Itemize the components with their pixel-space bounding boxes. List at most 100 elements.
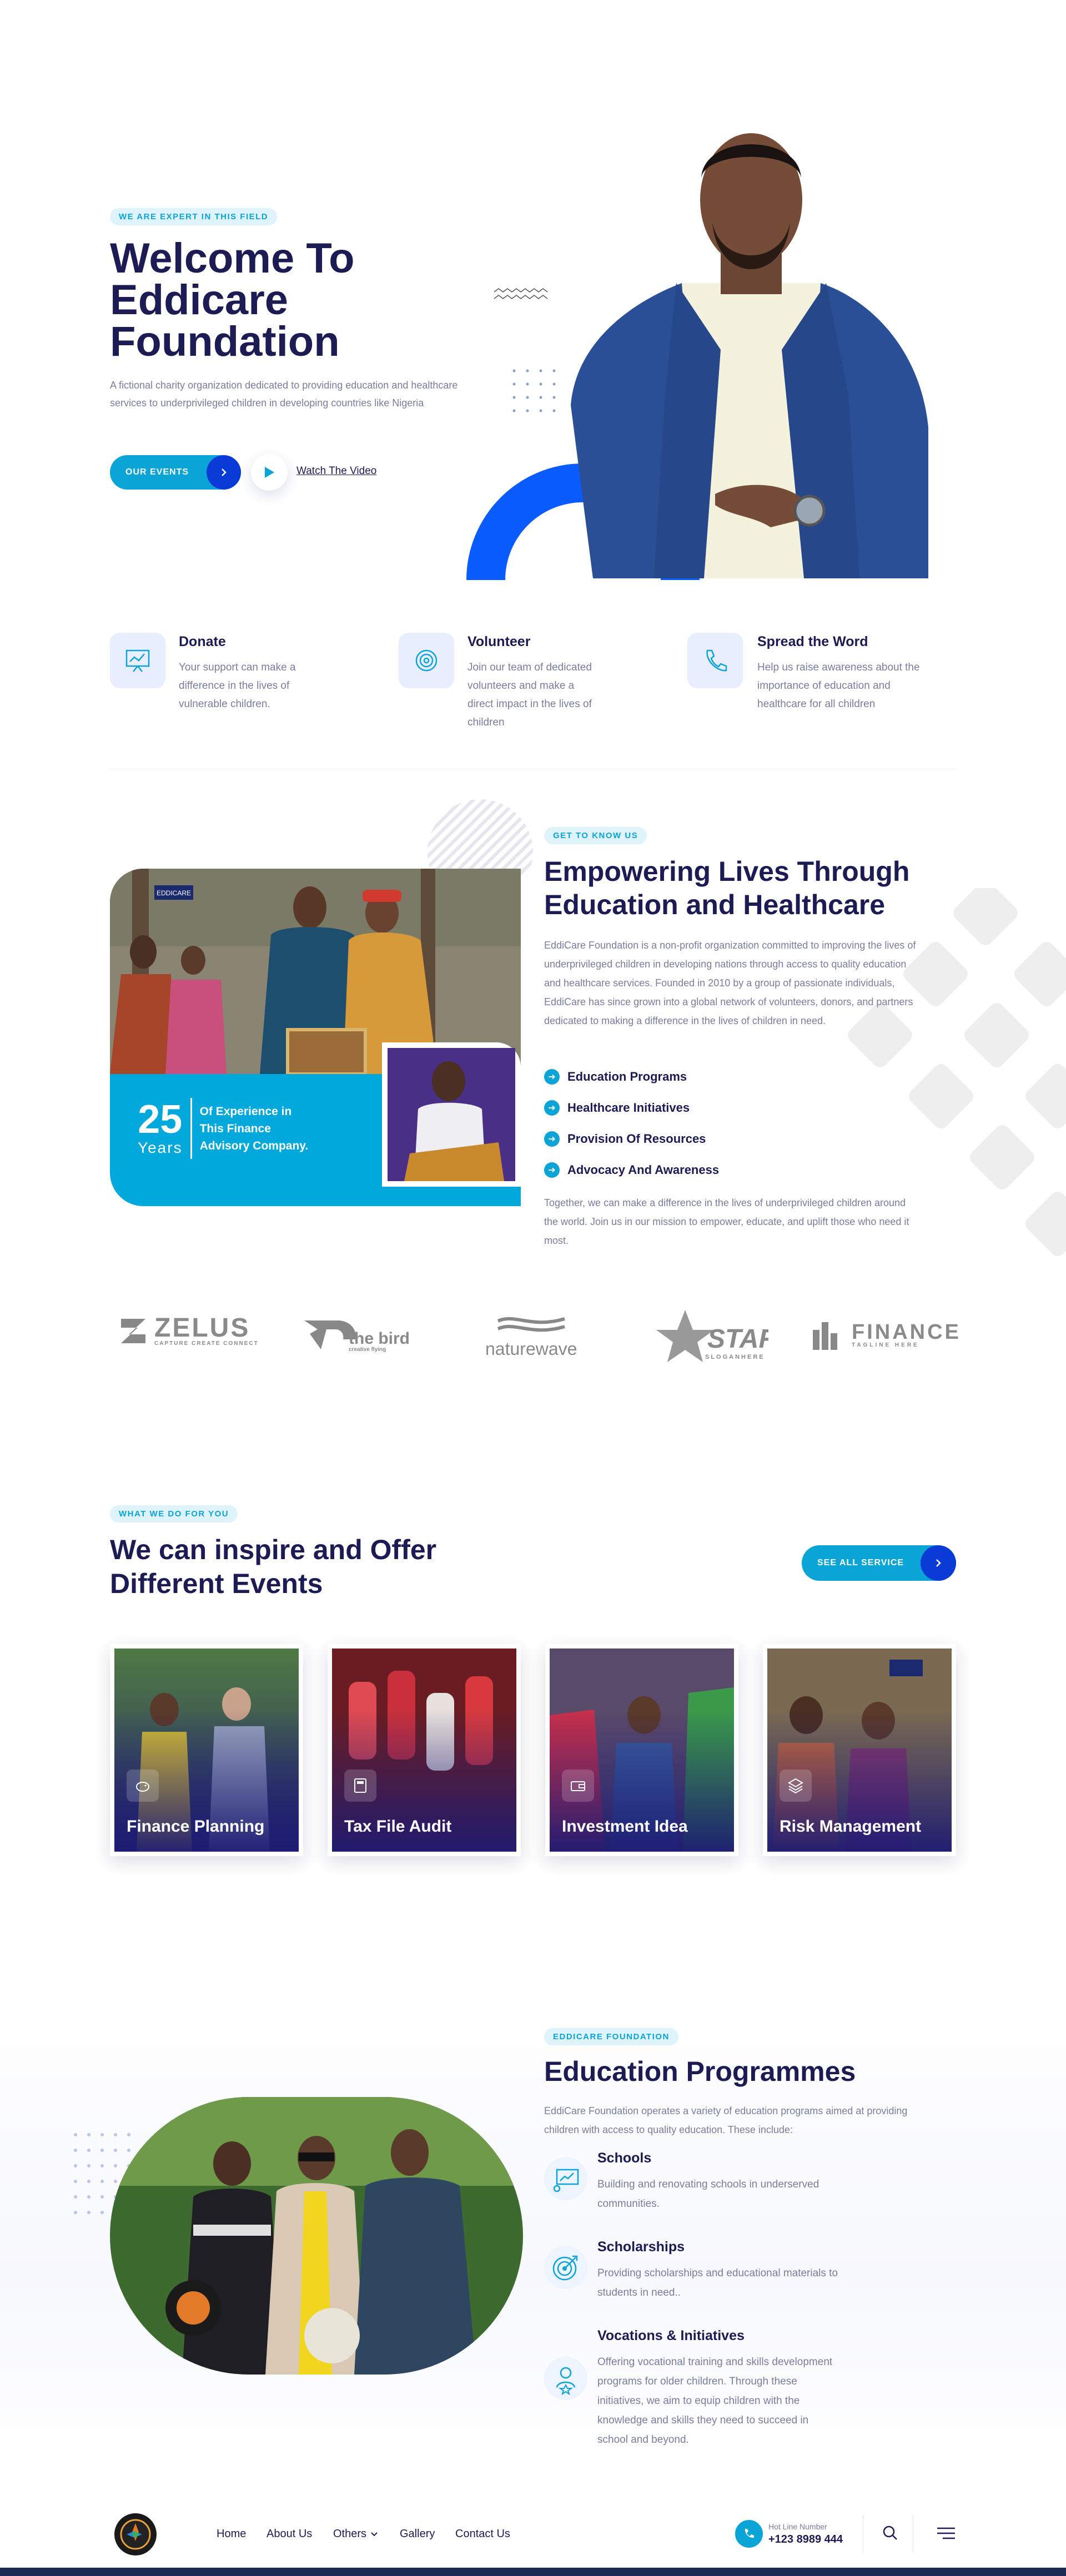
check-label: Provision Of Resources bbox=[567, 1132, 706, 1146]
fingerprint-icon bbox=[399, 633, 454, 688]
services-title-line1: We can inspire and Offer bbox=[110, 1534, 437, 1565]
about-closing: Together, we can make a difference in th… bbox=[544, 1197, 909, 1246]
finance-logo-icon bbox=[813, 1322, 837, 1350]
education-tag: EDDICARE FOUNDATION bbox=[544, 2028, 678, 2045]
play-icon bbox=[265, 467, 274, 478]
services-tag: WHAT WE DO FOR YOU bbox=[110, 1505, 238, 1523]
hero-description: A fictional charity organization dedicat… bbox=[110, 380, 458, 409]
nav-gallery[interactable]: Gallery bbox=[400, 2528, 435, 2540]
partner-name: STAR bbox=[707, 1324, 768, 1354]
check-item: ➜ Education Programs bbox=[544, 1069, 687, 1085]
service-card-tax-file-audit[interactable]: Tax File Audit bbox=[328, 1644, 521, 1856]
nav-contact[interactable]: Contact Us bbox=[455, 2528, 510, 2540]
check-item: ➜ Healthcare Initiatives bbox=[544, 1100, 690, 1116]
small-photo-frame bbox=[382, 1042, 521, 1187]
school-board-icon bbox=[544, 2157, 587, 2200]
nav-home[interactable]: Home bbox=[217, 2528, 246, 2540]
foundation-logo-icon bbox=[120, 2519, 151, 2550]
years-text: Of Experience in This Finance Advisory C… bbox=[199, 1105, 309, 1152]
service-label: Tax File Audit bbox=[344, 1817, 452, 1836]
service-label: Risk Management bbox=[780, 1817, 922, 1836]
check-arrow-icon: ➜ bbox=[544, 1162, 560, 1178]
check-item: ➜ Advocacy And Awareness bbox=[544, 1162, 719, 1178]
feature-desc: Help us raise awareness about the import… bbox=[757, 662, 920, 710]
education-photo bbox=[110, 2097, 523, 2375]
about-tag: GET TO KNOW US bbox=[544, 827, 647, 844]
star-logo-icon: STAR SLOGANHERE bbox=[656, 1310, 768, 1362]
nav-others[interactable]: Others bbox=[333, 2528, 378, 2540]
stripe-circle-decoration bbox=[428, 799, 533, 877]
program-desc: Building and renovating schools in under… bbox=[597, 2179, 819, 2210]
partner-name: the bird bbox=[349, 1329, 410, 1348]
partner-logo-finance: FINANCE TAGLINE HERE bbox=[809, 1317, 961, 1353]
chevron-down-icon bbox=[371, 2532, 378, 2536]
check-item: ➜ Provision Of Resources bbox=[544, 1131, 706, 1147]
page: WE ARE EXPERT IN THIS FIELD Welcome To E… bbox=[0, 0, 1066, 2576]
footer-strip bbox=[0, 2568, 1066, 2576]
chart-presentation-icon bbox=[110, 633, 165, 688]
watch-video-link[interactable]: Watch The Video bbox=[296, 465, 376, 477]
site-logo[interactable] bbox=[114, 2513, 157, 2555]
partner-logo-thebird: the bird creative flying bbox=[304, 1317, 410, 1353]
program-title: Vocations & Initiatives bbox=[597, 2328, 745, 2343]
hero-title: Welcome To Eddicare Foundation bbox=[110, 238, 355, 365]
hero-person-image bbox=[571, 117, 928, 578]
person-award-icon bbox=[544, 2357, 587, 2400]
years-badge: 25 Years Of Experience in This Finance A… bbox=[138, 1098, 311, 1159]
partner-logo-zelus: ZELUS CAPTURE CREATE CONNECT bbox=[118, 1313, 259, 1347]
program-title: Scholarships bbox=[597, 2239, 685, 2255]
years-word: Years bbox=[138, 1139, 183, 1156]
hero-title-line3: Foundation bbox=[110, 318, 340, 365]
arrow-right-icon bbox=[921, 1545, 956, 1581]
search-icon[interactable] bbox=[882, 2524, 898, 2544]
program-desc: Providing scholarships and educational m… bbox=[597, 2267, 838, 2298]
navbar: Home About Us Others Gallery Contact Us … bbox=[0, 2499, 1066, 2568]
wallet-icon bbox=[562, 1770, 594, 1802]
zigzag-decoration bbox=[494, 288, 548, 299]
our-events-label: OUR EVENTS bbox=[125, 467, 189, 477]
play-video-button[interactable] bbox=[251, 454, 288, 491]
program-desc: Offering vocational training and skills … bbox=[597, 2356, 833, 2446]
partner-name: FINANCE bbox=[852, 1320, 961, 1344]
feature-title: Volunteer bbox=[467, 634, 531, 649]
partner-logo-naturewave: naturewave bbox=[485, 1313, 577, 1359]
photo-badge-text: EDDICARE bbox=[157, 889, 191, 897]
service-card-investment-idea[interactable]: Investment Idea bbox=[545, 1644, 738, 1856]
piggy-bank-icon bbox=[127, 1770, 159, 1802]
see-all-label: SEE ALL SERVICE bbox=[817, 1558, 904, 1567]
feature-desc: Join our team of dedicated volunteers an… bbox=[467, 662, 592, 728]
check-label: Healthcare Initiatives bbox=[567, 1101, 690, 1115]
arrow-right-icon bbox=[207, 455, 241, 490]
service-label: Investment Idea bbox=[562, 1817, 688, 1836]
partner-logo-star: STAR SLOGANHERE bbox=[652, 1308, 768, 1365]
see-all-service-button[interactable]: SEE ALL SERVICE bbox=[802, 1545, 956, 1581]
services-title-line2: Different Events bbox=[110, 1568, 323, 1599]
man-portrait-photo bbox=[388, 1048, 515, 1181]
feature-title: Donate bbox=[179, 634, 226, 649]
menu-icon[interactable] bbox=[936, 2527, 956, 2543]
feature-title: Spread the Word bbox=[757, 634, 868, 649]
nav-others-label: Others bbox=[333, 2528, 367, 2540]
check-arrow-icon: ➜ bbox=[544, 1069, 560, 1085]
about-title: Empowering Lives Through Education and H… bbox=[544, 855, 909, 921]
hotline-number[interactable]: +123 8989 444 bbox=[768, 2533, 843, 2546]
hero-title-line2: Eddicare bbox=[110, 276, 289, 324]
zelus-logo-icon bbox=[121, 1319, 145, 1343]
phone-icon bbox=[687, 633, 743, 688]
service-card-risk-management[interactable]: Risk Management bbox=[763, 1644, 956, 1856]
check-arrow-icon: ➜ bbox=[544, 1131, 560, 1147]
about-title-line2: Education and Healthcare bbox=[544, 889, 886, 920]
about-title-line1: Empowering Lives Through bbox=[544, 856, 910, 887]
calculator-icon bbox=[344, 1770, 376, 1802]
layers-icon bbox=[780, 1770, 812, 1802]
nav-about[interactable]: About Us bbox=[266, 2528, 312, 2540]
about-description: EddiCare Foundation is a non-profit orga… bbox=[544, 940, 916, 1026]
partner-sub: SLOGANHERE bbox=[705, 1354, 765, 1360]
our-events-button[interactable]: OUR EVENTS bbox=[110, 455, 241, 490]
service-card-finance-planning[interactable]: Finance Planning bbox=[110, 1644, 303, 1856]
wave-logo-icon bbox=[497, 1317, 565, 1332]
partner-sub: CAPTURE CREATE CONNECT bbox=[154, 1340, 259, 1347]
education-description: EddiCare Foundation operates a variety o… bbox=[544, 2105, 908, 2135]
partner-name: ZELUS bbox=[154, 1313, 250, 1343]
feature-desc: Your support can make a difference in th… bbox=[179, 662, 296, 710]
